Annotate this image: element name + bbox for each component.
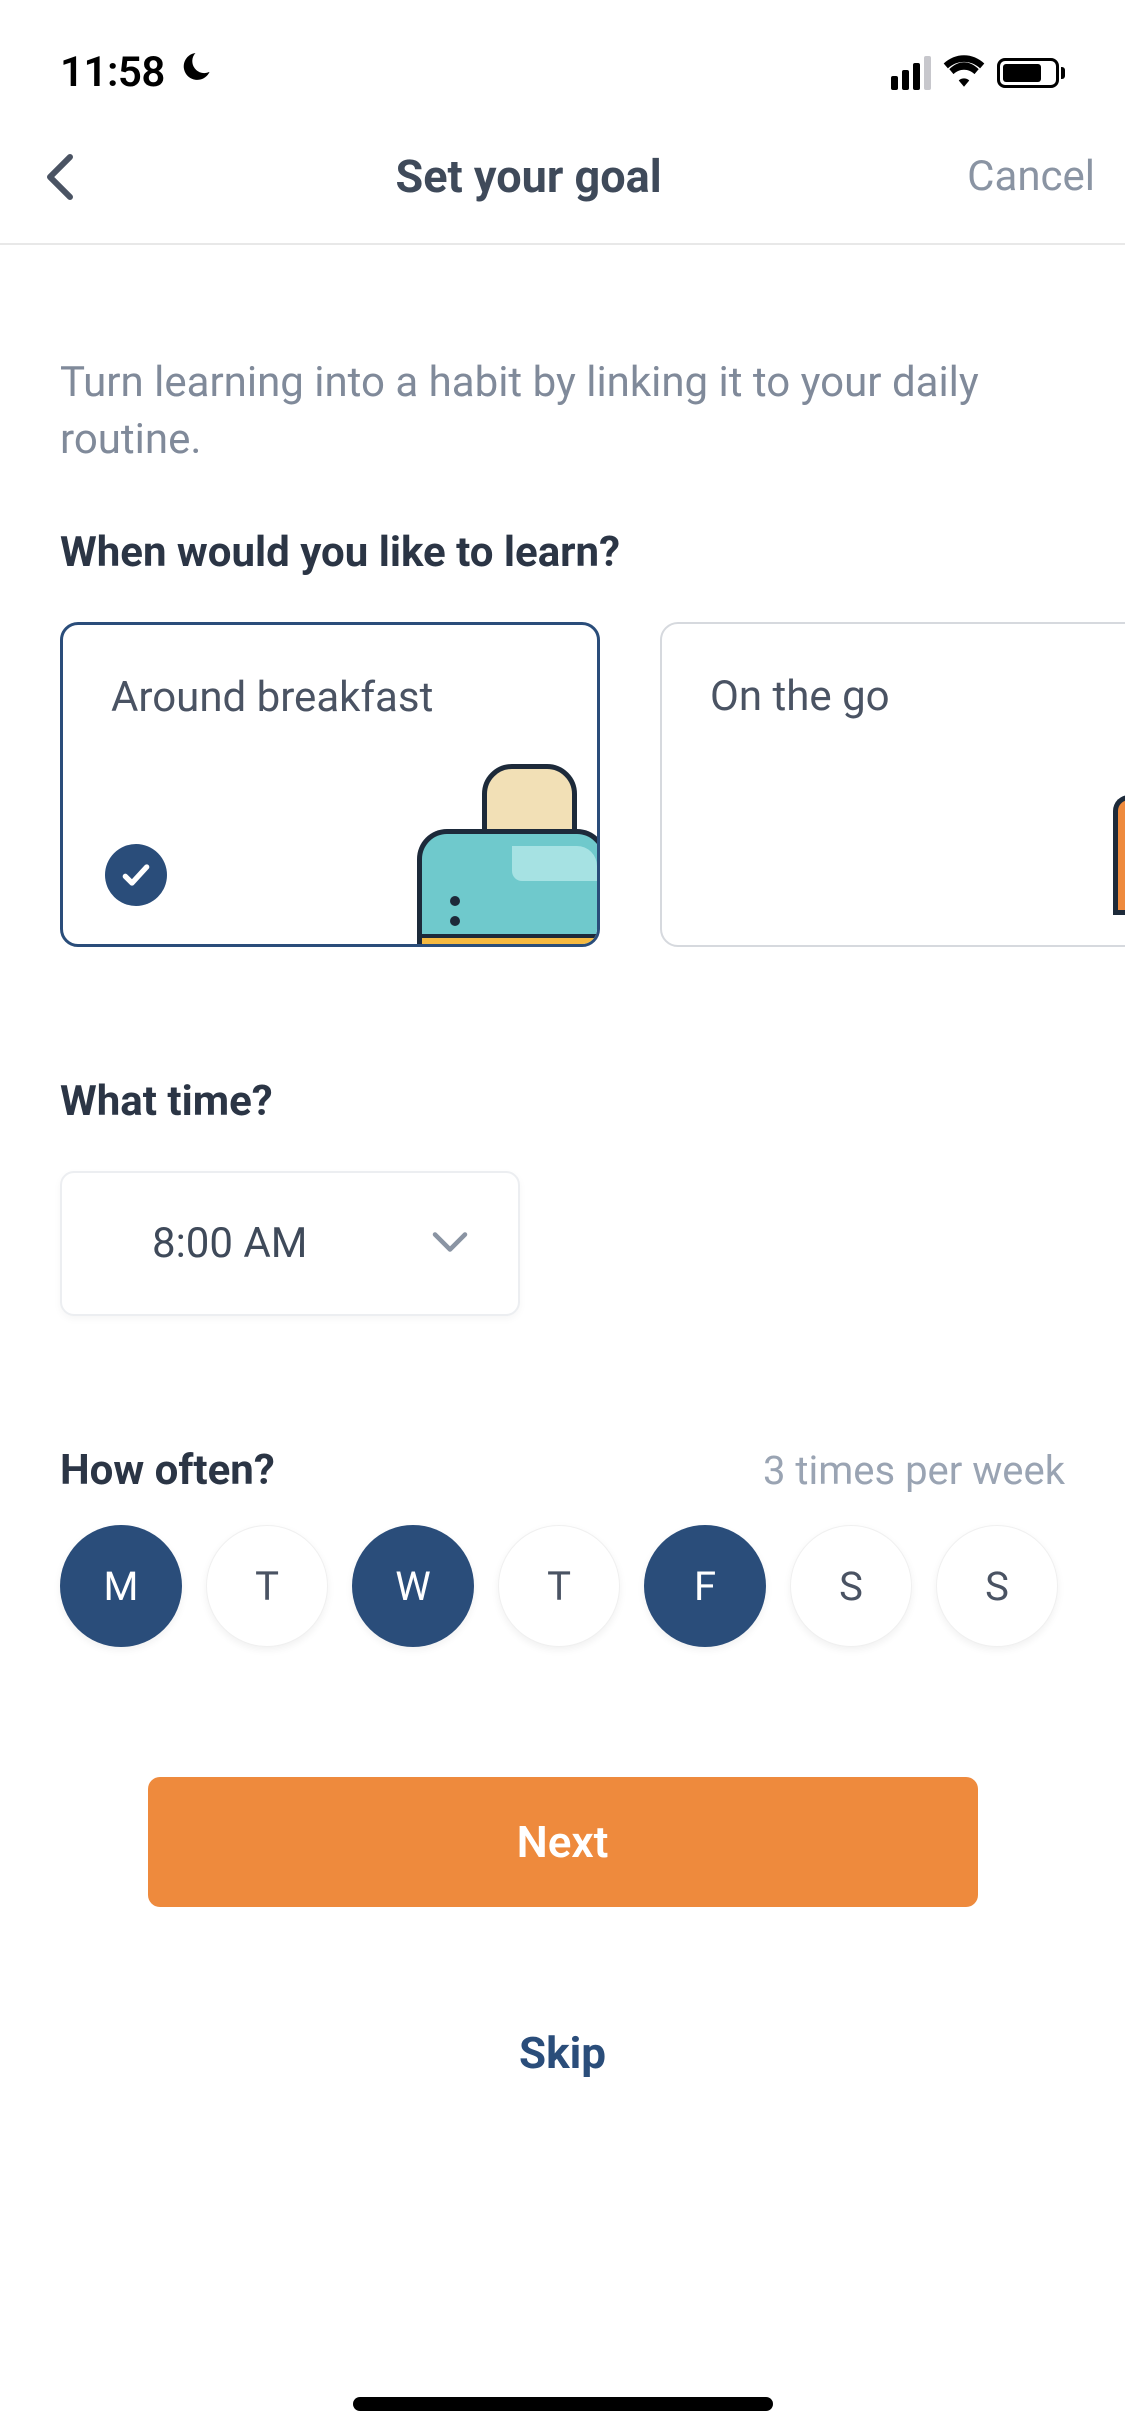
- status-left: 11:58: [60, 48, 213, 97]
- wifi-icon: [943, 55, 985, 91]
- question-time: What time?: [60, 1077, 1065, 1126]
- cellular-signal-icon: [891, 56, 931, 90]
- toaster-illustration: [417, 764, 600, 944]
- days-row: M T W T F S S: [60, 1525, 1065, 1647]
- frequency-label: 3 times per week: [763, 1447, 1065, 1494]
- main-content: Turn learning into a habit by linking it…: [0, 245, 1125, 2079]
- bus-illustration: [1093, 765, 1125, 945]
- chevron-down-icon: [432, 1231, 468, 1257]
- nav-header: Set your goal Cancel: [0, 130, 1125, 245]
- often-header: How often? 3 times per week: [60, 1446, 1065, 1495]
- question-often: How often?: [60, 1446, 275, 1495]
- option-card-label: Around breakfast: [111, 670, 549, 727]
- option-cards-row[interactable]: Around breakfast On the go: [60, 622, 1065, 947]
- selected-check-icon: [105, 844, 167, 906]
- time-value: 8:00 AM: [152, 1219, 307, 1268]
- next-button[interactable]: Next: [148, 1777, 978, 1907]
- question-when: When would you like to learn?: [60, 528, 1065, 577]
- home-indicator[interactable]: [353, 2397, 773, 2411]
- cancel-button[interactable]: Cancel: [967, 152, 1095, 201]
- day-wednesday[interactable]: W: [352, 1525, 474, 1647]
- day-saturday[interactable]: S: [790, 1525, 912, 1647]
- page-title: Set your goal: [90, 150, 967, 203]
- back-button[interactable]: [30, 153, 90, 201]
- status-bar: 11:58: [0, 0, 1125, 130]
- status-right: [891, 55, 1065, 91]
- day-sunday[interactable]: S: [936, 1525, 1058, 1647]
- do-not-disturb-icon: [177, 50, 213, 96]
- option-card-on-the-go[interactable]: On the go: [660, 622, 1125, 947]
- time-picker[interactable]: 8:00 AM: [60, 1171, 520, 1316]
- day-monday[interactable]: M: [60, 1525, 182, 1647]
- battery-icon: [997, 58, 1065, 88]
- skip-button[interactable]: Skip: [60, 2027, 1065, 2079]
- intro-text: Turn learning into a habit by linking it…: [60, 355, 1065, 468]
- day-friday[interactable]: F: [644, 1525, 766, 1647]
- day-tuesday[interactable]: T: [206, 1525, 328, 1647]
- option-card-label: On the go: [710, 669, 1125, 726]
- day-thursday[interactable]: T: [498, 1525, 620, 1647]
- time-section: What time? 8:00 AM: [60, 1077, 1065, 1316]
- option-card-breakfast[interactable]: Around breakfast: [60, 622, 600, 947]
- status-time: 11:58: [60, 48, 165, 97]
